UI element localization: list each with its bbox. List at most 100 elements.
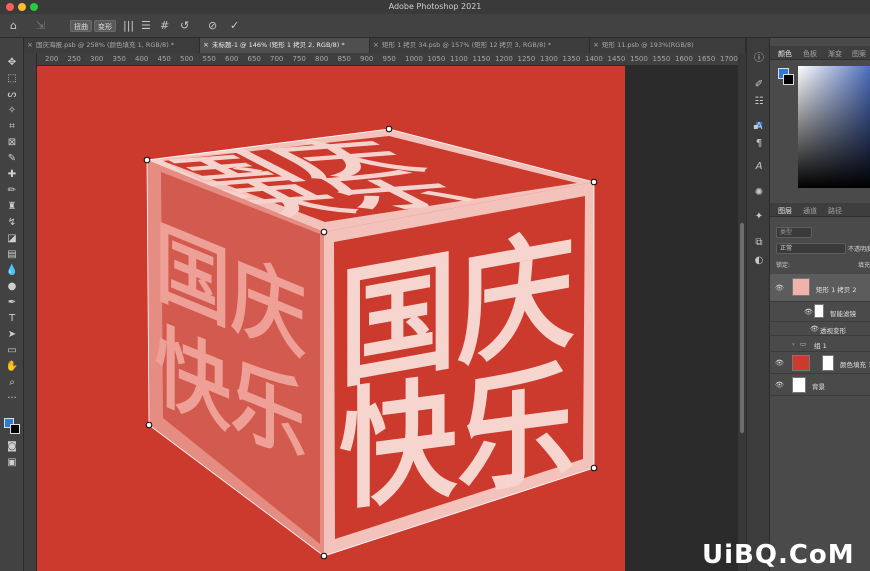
crop-tool-icon[interactable]: ⌗	[4, 120, 20, 134]
libraries-icon[interactable]: ✺	[752, 186, 766, 200]
cancel-transform-icon[interactable]: ⊘	[208, 19, 217, 33]
tab-layers[interactable]: 图层	[778, 206, 792, 216]
transform-handle[interactable]	[320, 552, 328, 560]
close-tab-icon[interactable]: ×	[373, 38, 379, 53]
magic-wand-tool-icon[interactable]: ✧	[4, 104, 20, 118]
visibility-eye-icon[interactable]: 👁	[775, 381, 784, 389]
tab-paths[interactable]: 路径	[828, 206, 842, 216]
transform-handle[interactable]	[320, 228, 328, 236]
visibility-eye-icon[interactable]: 👁	[804, 308, 813, 316]
tab-untitled-1[interactable]: × 未标题-1 @ 146% (矩形 1 拷贝 2, RGB/8) *	[200, 38, 370, 53]
transform-handle[interactable]	[143, 156, 151, 164]
rectangle-tool-icon[interactable]: ▭	[4, 344, 20, 358]
tab-label: 国庆海报.psb @ 258% (颜色填充 1, RGB/8) *	[36, 41, 175, 49]
close-tab-icon[interactable]: ×	[593, 38, 599, 53]
eraser-tool-icon[interactable]: ◪	[4, 232, 20, 246]
transform-handle[interactable]	[590, 464, 598, 472]
screen-mode-icon[interactable]: ▣	[4, 456, 20, 470]
horizontal-lines-icon[interactable]: ☰	[141, 19, 151, 33]
character-icon[interactable]: A	[752, 120, 766, 134]
distort-mode-button[interactable]: 扭曲	[70, 20, 92, 32]
history-brush-tool-icon[interactable]: ↯	[4, 216, 20, 230]
ruler-tick-label: 550	[202, 55, 216, 63]
tab-gradients[interactable]: 渐变	[828, 49, 842, 59]
layer-filter-input[interactable]: 类型	[776, 227, 812, 238]
perspective-cube[interactable]: 国庆 快乐 国庆 快乐 国庆 快乐	[37, 66, 625, 571]
lasso-tool-icon[interactable]: ᔕ	[4, 88, 20, 102]
scroll-thumb[interactable]	[740, 223, 744, 433]
channels-icon[interactable]: ◐	[752, 254, 766, 268]
ruler-tick-label: 1450	[607, 55, 626, 63]
warp-mode-button[interactable]: 变形	[94, 20, 116, 32]
grid-icon[interactable]: #	[160, 19, 169, 33]
rotate-icon[interactable]: ↺	[180, 19, 189, 33]
layer-name: 颜色填充 1	[840, 361, 870, 369]
tab-channels[interactable]: 通道	[803, 206, 817, 216]
paragraph-icon[interactable]: ¶	[752, 137, 766, 151]
tab-guoqing-poster[interactable]: × 国庆海报.psb @ 258% (颜色填充 1, RGB/8) *	[24, 38, 200, 53]
pen-tool-icon[interactable]: ✒	[4, 296, 20, 310]
layer-row-smart-filters[interactable]: 👁 智能滤镜	[770, 302, 870, 322]
vertical-scrollbar[interactable]	[738, 53, 746, 571]
transform-handle[interactable]	[385, 125, 393, 133]
paths-panel-icon[interactable]: ✦	[752, 210, 766, 224]
path-selection-tool-icon[interactable]: ➤	[4, 328, 20, 342]
hand-tool-icon[interactable]: ✋	[4, 360, 20, 374]
blur-tool-icon[interactable]: 💧	[4, 264, 20, 278]
eyedropper-tool-icon[interactable]: ✎	[4, 152, 20, 166]
app-title: Adobe Photoshop 2021	[388, 2, 482, 11]
gradient-tool-icon[interactable]: ▤	[4, 248, 20, 262]
transform-handle[interactable]	[590, 178, 598, 186]
tab-patterns[interactable]: 图案	[852, 49, 866, 59]
color-picker-field[interactable]	[798, 66, 870, 188]
glyphs-icon[interactable]: A	[752, 160, 766, 174]
visibility-eye-icon[interactable]: 👁	[775, 284, 784, 292]
clone-stamp-tool-icon[interactable]: ♜	[4, 200, 20, 214]
ruler-tick-label: 650	[247, 55, 261, 63]
commit-transform-icon[interactable]: ✓	[230, 19, 239, 33]
move-tool-icon[interactable]: ✥	[4, 56, 20, 70]
type-tool-icon[interactable]: T	[4, 312, 20, 326]
frame-tool-icon[interactable]: ⊠	[4, 136, 20, 150]
tab-color[interactable]: 颜色	[778, 49, 792, 59]
group-expand-icon[interactable]: ›	[792, 340, 795, 348]
layer-row-group-1[interactable]: › ▭ 组 1	[770, 336, 870, 352]
blend-mode-select[interactable]: 正常	[776, 243, 846, 254]
opacity-label: 不透明度	[848, 246, 870, 253]
layers-panel-tabs: 图层 通道 路径	[770, 203, 870, 217]
tab-swatches[interactable]: 色板	[803, 49, 817, 59]
ruler-tick-label: 1350	[562, 55, 581, 63]
transform-handle[interactable]	[145, 421, 153, 429]
document-canvas[interactable]: 国庆 快乐 国庆 快乐 国庆 快乐	[37, 66, 625, 571]
close-tab-icon[interactable]: ×	[203, 38, 209, 53]
layer-comps-icon[interactable]: ⧉	[752, 236, 766, 250]
fill-label: 填充	[858, 262, 870, 269]
dodge-tool-icon[interactable]: ●	[4, 280, 20, 294]
brush-tool-icon[interactable]: ✏	[4, 184, 20, 198]
close-tab-icon[interactable]: ×	[27, 38, 33, 53]
layer-row-perspective-warp[interactable]: 👁 透视变形	[770, 322, 870, 336]
panel-background-swatch[interactable]	[783, 74, 794, 85]
marquee-tool-icon[interactable]: ⬚	[4, 72, 20, 86]
vertical-lines-icon[interactable]: |||	[123, 19, 134, 33]
transform-tool-icon[interactable]: ⇲	[36, 19, 45, 33]
healing-brush-tool-icon[interactable]: ✚	[4, 168, 20, 182]
layer-row-rect-copy-2[interactable]: 👁 矩形 1 拷贝 2	[770, 274, 870, 302]
zoom-tool-icon[interactable]: ⌕	[4, 376, 20, 390]
background-color-swatch[interactable]	[10, 424, 20, 434]
layer-row-color-fill-1[interactable]: 👁 颜色填充 1	[770, 352, 870, 374]
quick-mask-icon[interactable]: ◙	[4, 440, 20, 454]
layer-thumbnail	[792, 377, 806, 393]
canvas-area[interactable]: 国庆 快乐 国庆 快乐 国庆 快乐	[37, 66, 738, 571]
adjustments-icon[interactable]: ☷	[752, 95, 766, 109]
tab-rect-11[interactable]: × 矩形 11.psb @ 193%(RGB/8)	[590, 38, 746, 53]
info-icon[interactable]: ⓘ	[752, 52, 766, 66]
ruler-tick-label: 500	[180, 55, 194, 63]
home-icon[interactable]: ⌂	[10, 19, 17, 33]
visibility-eye-icon[interactable]: 👁	[810, 325, 819, 333]
visibility-eye-icon[interactable]: 👁	[775, 359, 784, 367]
tab-rect-copy-34[interactable]: × 矩形 1 拷贝 34.psb @ 157% (矩形 12 拷贝 3, RGB/…	[370, 38, 590, 53]
more-tools-icon[interactable]: ···	[4, 392, 20, 406]
brush-settings-icon[interactable]: ✐	[752, 78, 766, 92]
layer-row-background[interactable]: 👁 背景	[770, 374, 870, 396]
